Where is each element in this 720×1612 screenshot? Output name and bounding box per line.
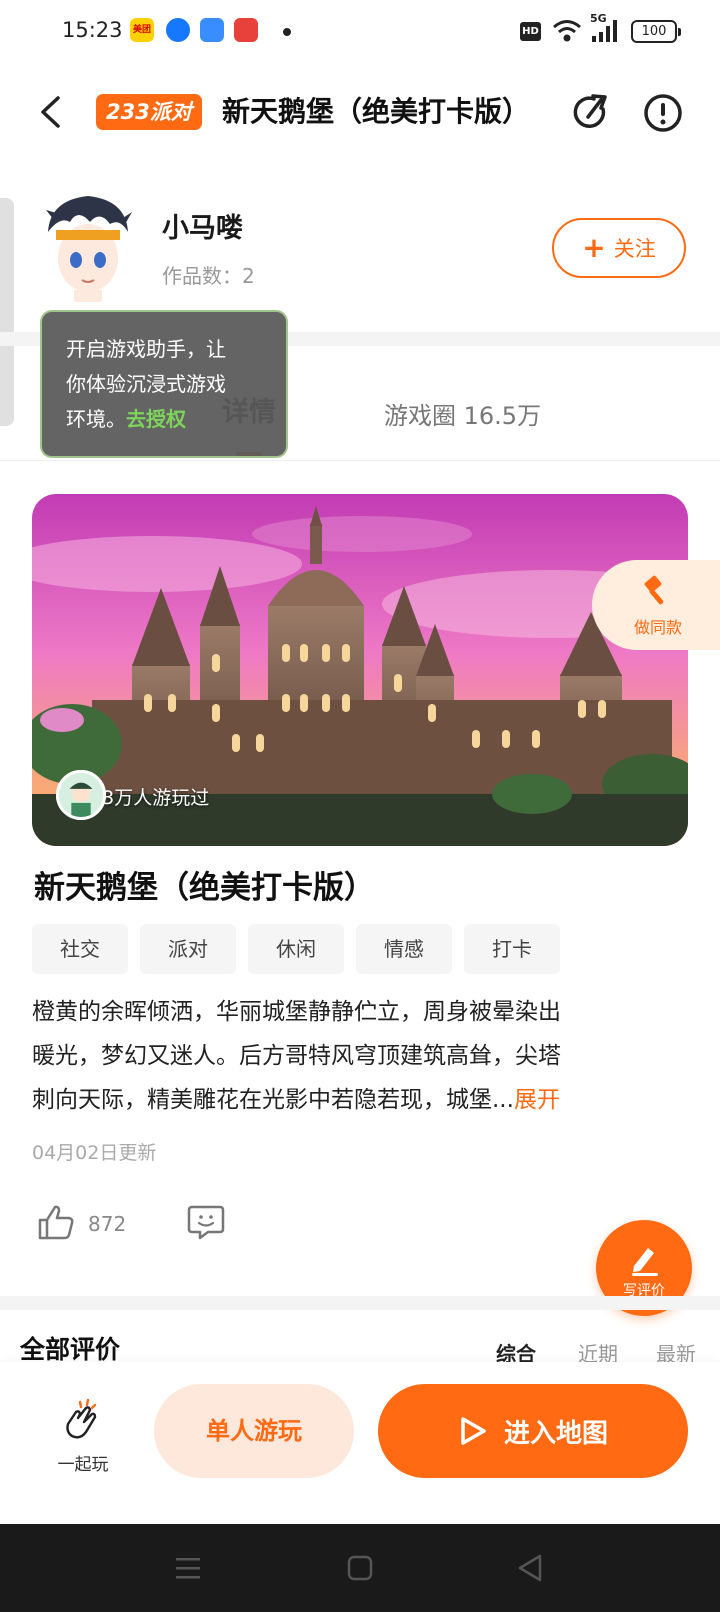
plus-icon: + [582,231,606,264]
game-cover-image[interactable]: 4.3万人游玩过 [32,494,688,846]
tooltip-line-3-text: 环境。 [66,407,126,431]
app-feather-icon [200,18,224,42]
app-red-heart-icon [234,18,258,42]
player-avatar [56,770,106,820]
players-row: 4.3万人游玩过 [56,770,209,822]
section-divider [0,1296,720,1310]
play-together-label: 一起玩 [57,1455,109,1475]
game-title: 新天鹅堡（绝美打卡版） [34,870,375,906]
description-line: 刺向天际，精美雕花在光影中若隐若现，城堡...展开 [32,1078,688,1122]
bottom-action-bar: 一起玩 单人游玩 进入地图 [0,1362,720,1522]
brand-badge: 233派对 [96,94,202,130]
game-assistant-tooltip: 开启游戏助手，让 你体验沉浸式游戏 环境。去授权 [40,310,288,458]
back-button[interactable] [30,92,70,132]
back-nav-icon[interactable] [510,1548,550,1588]
clap-icon [66,1398,97,1439]
share-icon[interactable] [568,90,614,136]
tag-checkin[interactable]: 打卡 [464,924,560,974]
follow-button[interactable]: + 关注 [552,218,686,278]
tag-social[interactable]: 社交 [32,924,128,974]
remix-button[interactable]: 做同款 [592,560,720,650]
home-icon[interactable] [340,1548,380,1588]
status-time: 15:23 [62,18,123,42]
description-line-3: 刺向天际，精美雕花在光影中若隐若现，城堡... [32,1087,514,1113]
tag-casual[interactable]: 休闲 [248,924,344,974]
author-avatar[interactable] [40,190,136,302]
tab-divider [0,460,720,461]
tooltip-line-3: 环境。去授权 [66,402,262,437]
tooltip-line-2: 你体验沉浸式游戏 [66,372,226,396]
hammer-icon [644,575,664,605]
author-name[interactable]: 小马喽 [162,206,243,245]
wifi-icon [553,20,581,42]
comment-icon[interactable] [186,1202,226,1242]
notification-dot [283,28,291,36]
meituan-icon: 美团 [130,18,154,42]
hd-badge: HD [520,22,541,41]
report-icon[interactable] [640,90,686,136]
signal-icon [592,20,617,42]
tooltip-line-1: 开启游戏助手，让 [66,337,226,361]
description-line: 橙黄的余晖倾洒，华丽城堡静静伫立，周身被晕染出 [32,999,561,1025]
tag-list: 社交 派对 休闲 情感 打卡 [32,924,560,974]
menu-icon[interactable] [168,1548,208,1588]
author-works-count: 作品数：2 [162,264,255,288]
system-navigation-bar [0,1524,720,1612]
authorize-link[interactable]: 去授权 [126,407,186,431]
enter-map-label: 进入地图 [503,1418,608,1449]
remix-label: 做同款 [634,618,683,637]
solo-play-button[interactable]: 单人游玩 [154,1384,354,1478]
tag-party[interactable]: 派对 [140,924,236,974]
tag-emotion[interactable]: 情感 [356,924,452,974]
chevron-left-icon [41,96,60,128]
like-count: 872 [88,1212,127,1236]
play-together-button[interactable]: 一起玩 [50,1392,116,1482]
update-date: 04月02日更新 [32,1142,157,1164]
enter-map-button[interactable]: 进入地图 [378,1384,688,1478]
reviews-title: 全部评价 [20,1335,121,1364]
play-icon [461,1417,486,1445]
game-description: 橙黄的余晖倾洒，华丽城堡静静伫立，周身被晕染出 暖光，梦幻又迷人。后方哥特风穹顶… [32,990,688,1122]
app-blue-circle-icon [166,18,190,42]
thumbs-up-icon[interactable] [36,1202,76,1242]
tab-game-circle[interactable]: 游戏圈 16.5万 [384,396,541,431]
side-drawer-handle[interactable] [0,198,14,426]
description-line: 暖光，梦幻又迷人。后方哥特风穹顶建筑高耸，尖塔 [32,1043,561,1069]
pencil-icon [632,1248,658,1276]
expand-link[interactable]: 展开 [514,1087,560,1113]
status-bar: 15:23 美团 HD 5G 100 [0,0,720,66]
follow-label: 关注 [613,237,656,261]
battery-indicator: 100 [631,20,681,43]
top-nav-bar: 233派对 新天鹅堡（绝美打卡版） [0,80,720,146]
page-title: 新天鹅堡（绝美打卡版） [222,95,531,128]
